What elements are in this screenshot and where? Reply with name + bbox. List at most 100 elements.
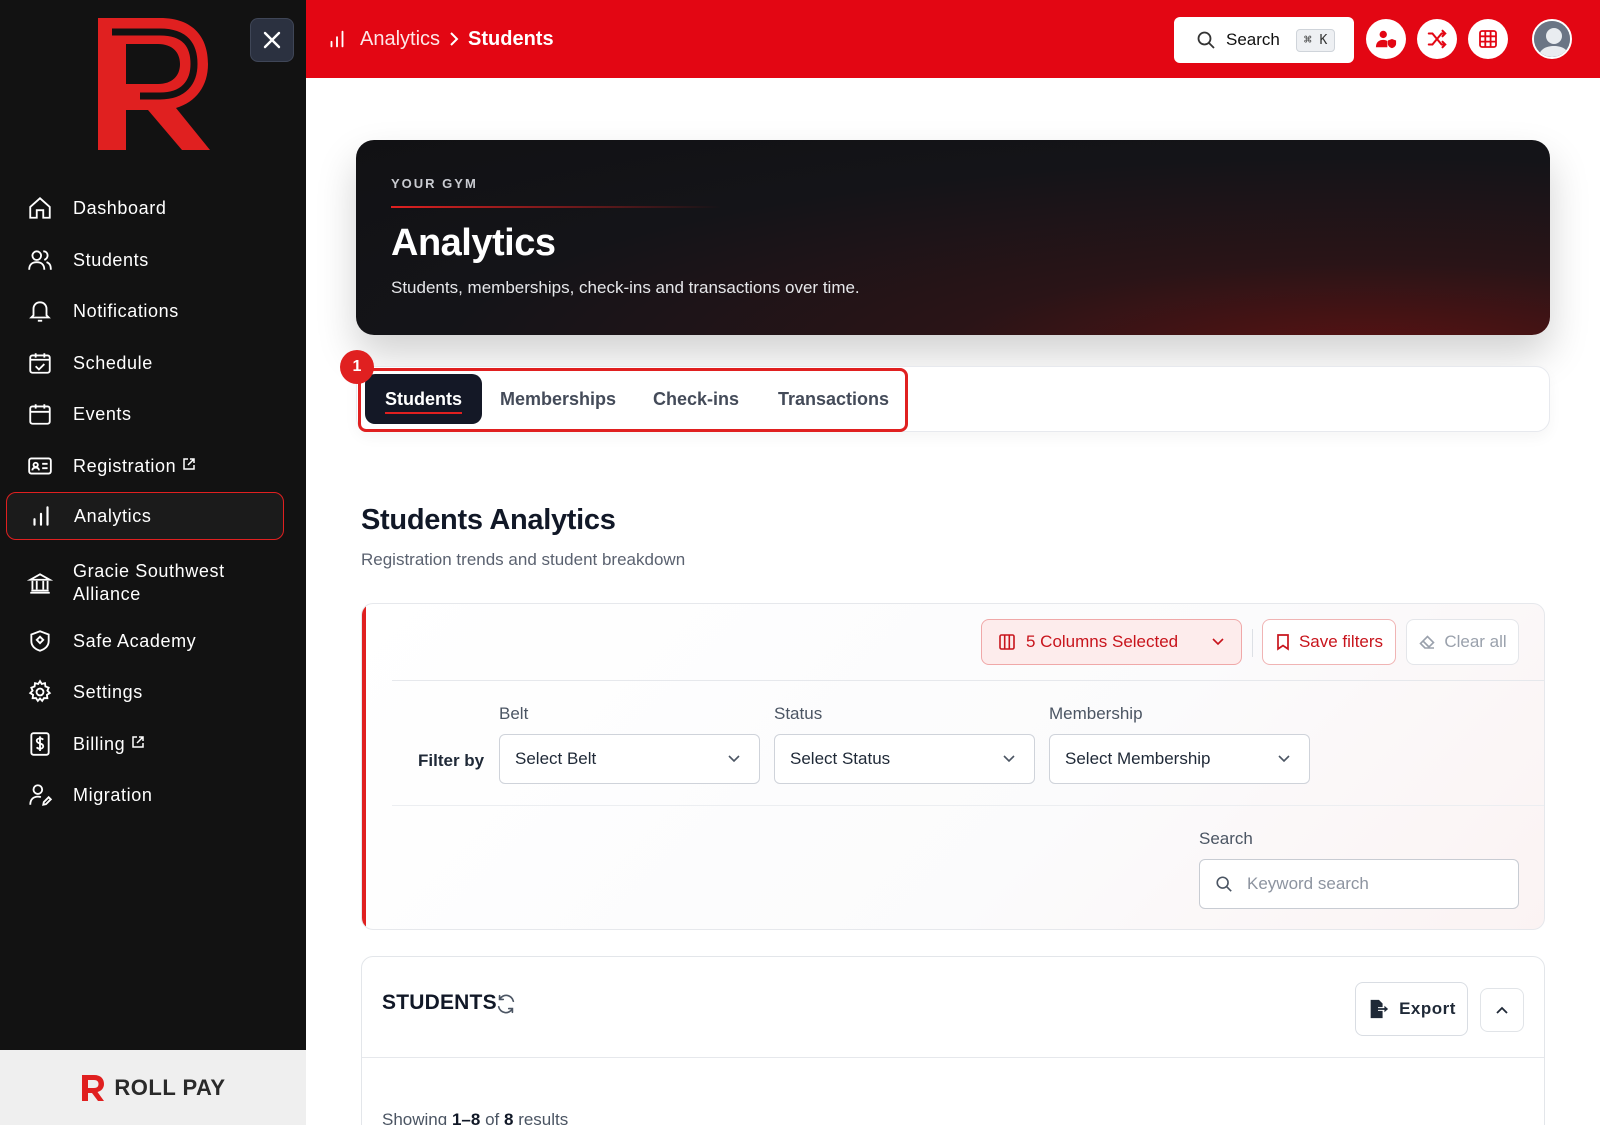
eraser-icon (1419, 635, 1435, 649)
calendar-icon (26, 400, 54, 428)
topbar: Analytics Students Search ⌘ K (306, 0, 1600, 78)
results-prefix: Showing (382, 1110, 448, 1125)
columns-select[interactable]: 5 Columns Selected (981, 619, 1242, 665)
file-export-icon (1370, 999, 1389, 1019)
membership-filter-label: Membership (1049, 704, 1143, 723)
bar-chart-icon (27, 502, 55, 530)
results-of: of (485, 1110, 500, 1125)
export-button[interactable]: Export (1355, 982, 1468, 1036)
sidebar-item-label-wrap: Registration (73, 455, 196, 478)
results-range: 1–8 (451, 1110, 481, 1125)
chevron-up-icon (1496, 1006, 1508, 1014)
sidebar-item-events[interactable]: Events (6, 390, 284, 438)
sidebar-item-label: Migration (73, 784, 153, 805)
calendar-check-icon (26, 349, 54, 377)
chevron-down-icon (728, 755, 740, 763)
sidebar-item-billing[interactable]: Billing (6, 720, 284, 768)
sidebar-item-label: Gracie Southwest Alliance (73, 561, 225, 604)
membership-select[interactable]: Select Membership (1049, 734, 1310, 784)
roll-pay-brand: ROLL PAY (114, 1074, 226, 1100)
chevron-down-icon (1212, 638, 1224, 646)
breadcrumb-parent[interactable]: Analytics (360, 28, 440, 51)
status-select[interactable]: Select Status (774, 734, 1035, 784)
breadcrumb-current: Students (468, 27, 554, 50)
sidebar-item-analytics[interactable]: Analytics (6, 492, 284, 540)
external-link-icon (183, 457, 195, 470)
global-search-button[interactable]: Search ⌘ K (1174, 17, 1354, 63)
tabs-highlight-outline (358, 368, 908, 432)
membership-select-value: Select Membership (1065, 749, 1211, 768)
filter-by-label: Filter by (418, 751, 485, 770)
sidebar-item-settings[interactable]: Settings (6, 668, 284, 716)
results-total: 8 (503, 1110, 514, 1125)
sidebar-item-label: Registration (73, 455, 177, 476)
keyword-search-label: Search (1199, 829, 1253, 848)
sidebar-item-safe-academy[interactable]: Safe Academy (6, 617, 284, 665)
students-card-divider (362, 1057, 1544, 1058)
sidebar-item-label: Analytics (74, 505, 152, 526)
sidebar-item-migration[interactable]: Migration (6, 771, 284, 819)
bank-icon (26, 569, 54, 597)
belt-filter-label: Belt (499, 704, 529, 723)
sidebar-item-label: Dashboard (73, 197, 167, 218)
filter-panel: 5 Columns Selected Save filters Clear al… (361, 603, 1545, 930)
results-summary: Showing 1–8 of 8 results (382, 1110, 568, 1125)
sidebar-item-label: Billing (73, 733, 126, 754)
refresh-icon[interactable] (495, 993, 517, 1015)
sidebar-item-dashboard[interactable]: Dashboard (6, 184, 284, 232)
shuffle-icon (1427, 29, 1447, 49)
close-icon (263, 31, 281, 49)
sidebar-item-label: Events (73, 403, 132, 424)
page-subtitle: Students, memberships, check-ins and tra… (391, 278, 860, 297)
sidebar-item-label: Schedule (73, 352, 153, 373)
export-label: Export (1399, 999, 1456, 1018)
bell-icon (26, 297, 54, 325)
keyword-search-input[interactable]: Keyword search (1199, 859, 1519, 909)
close-sidebar-button[interactable] (250, 18, 294, 62)
students-card-title: STUDENTS (382, 991, 497, 1014)
avatar[interactable] (1532, 19, 1572, 59)
clear-all-label: Clear all (1444, 632, 1507, 651)
sidebar-item-registration[interactable]: Registration (6, 442, 284, 490)
sidebar-item-schedule[interactable]: Schedule (6, 339, 284, 387)
bookmark-icon (1277, 634, 1289, 651)
roll-pay-logo-icon (82, 1074, 105, 1101)
sidebar-item-label: Notifications (73, 300, 179, 321)
sidebar-item-label: Settings (73, 681, 143, 702)
user-avatar-icon (1534, 21, 1570, 57)
user-shield-button[interactable] (1366, 19, 1406, 59)
section-subtitle: Registration trends and student breakdow… (361, 550, 686, 569)
save-filters-button[interactable]: Save filters (1262, 619, 1396, 665)
collapse-button[interactable] (1480, 988, 1524, 1032)
external-link-icon (132, 735, 144, 748)
sidebar-item-gracie-southwest-alliance[interactable]: Gracie Southwest Alliance (6, 555, 284, 611)
filter-panel-divider (392, 680, 1544, 681)
gear-icon (26, 678, 54, 706)
page-title: Analytics (391, 222, 556, 264)
sidebar: Dashboard Students Notifications Schedul… (0, 0, 306, 1125)
shield-icon (26, 627, 54, 655)
status-filter-label: Status (774, 704, 823, 723)
page-hero: YOUR GYM Analytics Students, memberships… (356, 140, 1550, 335)
belt-select[interactable]: Select Belt (499, 734, 760, 784)
clear-all-button[interactable]: Clear all (1406, 619, 1519, 665)
search-icon (1216, 876, 1232, 892)
sidebar-item-notifications[interactable]: Notifications (6, 287, 284, 335)
hero-divider (391, 206, 721, 208)
chevron-right-icon (450, 32, 459, 46)
sidebar-item-students[interactable]: Students (6, 236, 284, 284)
grid-icon (1479, 30, 1497, 48)
grid-button[interactable] (1468, 19, 1508, 59)
user-shield-icon (1375, 30, 1397, 49)
home-icon (26, 194, 54, 222)
shuffle-button[interactable] (1417, 19, 1457, 59)
hero-eyebrow: YOUR GYM (391, 176, 478, 191)
dollar-icon (26, 730, 54, 758)
results-suffix: results (518, 1110, 569, 1125)
search-icon (1197, 31, 1215, 49)
filter-panel-divider (392, 805, 1544, 806)
brand-logo[interactable] (90, 12, 216, 154)
columns-select-label: 5 Columns Selected (1026, 632, 1179, 651)
keyword-search-placeholder: Keyword search (1247, 874, 1369, 893)
highlight-badge: 1 (340, 350, 374, 384)
